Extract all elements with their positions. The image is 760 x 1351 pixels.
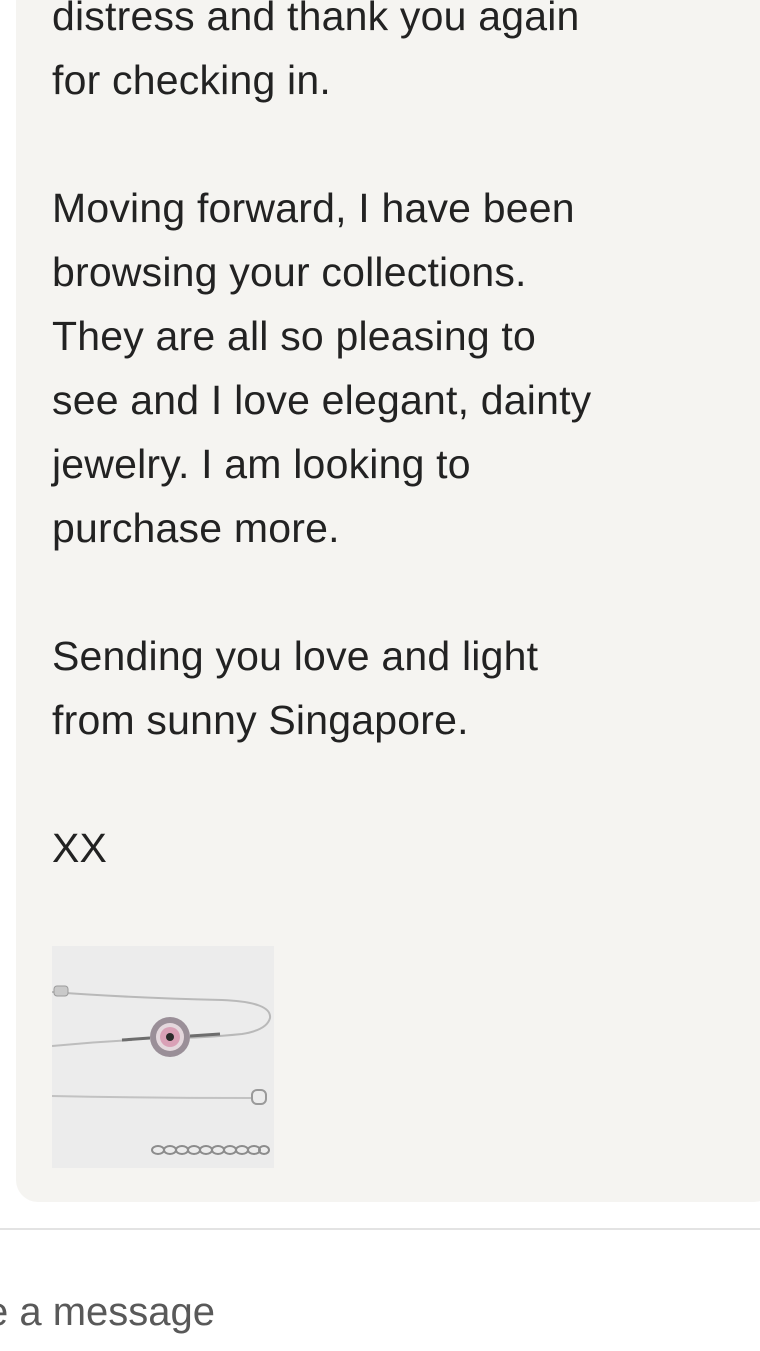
- message-paragraph: distress and thank you again for checkin…: [52, 0, 580, 103]
- bracelet-image: [52, 946, 274, 1168]
- message-paragraph: Sending you love and light from sunny Si…: [52, 633, 539, 743]
- message-composer: [0, 1230, 760, 1351]
- message-input[interactable]: [0, 1282, 746, 1342]
- conversation-screen: distress and thank you again for checkin…: [0, 0, 760, 1351]
- attachment-image-bracelet[interactable]: [52, 946, 274, 1168]
- message-paragraph: Moving forward, I have been browsing you…: [52, 185, 592, 551]
- message-signoff: XX: [52, 825, 108, 871]
- message-body: distress and thank you again for checkin…: [52, 0, 752, 880]
